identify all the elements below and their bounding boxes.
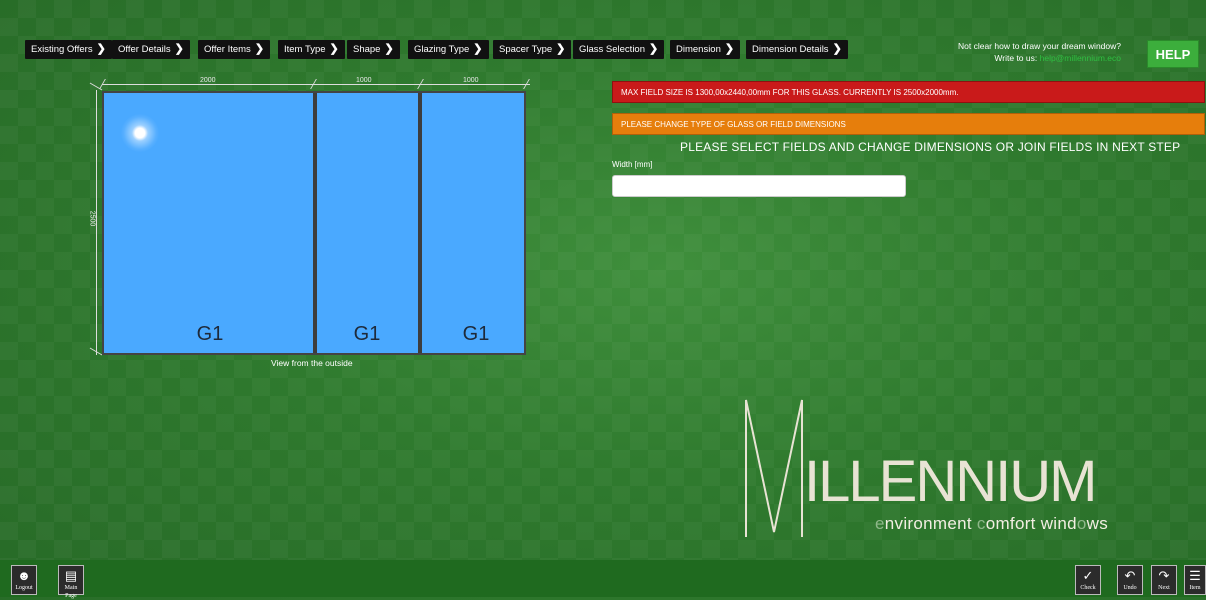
nav-label: Glazing Type: [414, 44, 470, 55]
next-button[interactable]: ↷ Next: [1151, 565, 1177, 595]
sun-icon: [121, 114, 159, 152]
nav-shape[interactable]: Shape ❯: [347, 40, 400, 59]
check-button[interactable]: ✓ Check: [1075, 565, 1101, 595]
help-line2: Write to us: help@millennium.eco: [958, 52, 1121, 64]
pane-label[interactable]: G1: [337, 323, 397, 346]
chevron-right-icon: ❯: [96, 43, 106, 55]
redo-icon: ↷: [1158, 568, 1170, 583]
next-caption: Next: [1158, 585, 1170, 591]
tag-part: nvironment: [884, 514, 977, 533]
error-alert: MAX FIELD SIZE IS 1300,00x2440,00mm FOR …: [612, 81, 1205, 103]
millennium-logo: ILLENNIUM environment comfort windows: [740, 392, 1190, 542]
view-caption: View from the outside: [271, 358, 353, 368]
window-frame[interactable]: G1 G1 G1: [102, 91, 526, 355]
pane-label[interactable]: G1: [446, 323, 506, 346]
tag-part: o: [1076, 514, 1087, 533]
nav-dimension[interactable]: Dimension ❯: [670, 40, 741, 59]
nav-glazing-type[interactable]: Glazing Type ❯: [408, 40, 489, 59]
check-caption: Check: [1080, 585, 1096, 591]
help-text: Not clear how to draw your dream window?…: [958, 40, 1121, 64]
nav-offer-details[interactable]: Offer Details ❯: [112, 40, 190, 59]
warning-alert: PLEASE CHANGE TYPE OF GLASS OR FIELD DIM…: [612, 113, 1205, 135]
page-icon: ▤: [64, 568, 78, 583]
nav-label: Offer Details: [118, 44, 171, 55]
nav-label: Offer Items: [204, 44, 251, 55]
nav-label: Spacer Type: [499, 44, 553, 55]
chevron-right-icon: ❯: [254, 43, 265, 55]
logout-button[interactable]: ☻ Logout: [11, 565, 37, 595]
nav-existing-offers[interactable]: Existing Offers ❯: [25, 40, 112, 59]
item-button[interactable]: ☰ Item: [1184, 565, 1206, 595]
undo-caption: Undo: [1123, 585, 1137, 591]
nav-label: Existing Offers: [31, 44, 93, 55]
mullion: [313, 93, 317, 353]
nav-offer-items[interactable]: Offer Items ❯: [198, 40, 271, 59]
check-icon: ✓: [1082, 568, 1094, 583]
nav-spacer-type[interactable]: Spacer Type ❯: [493, 40, 572, 59]
tag-part: c: [976, 514, 986, 533]
logo-tagline: environment comfort windows: [875, 514, 1108, 534]
left-dimension-line: [96, 90, 97, 355]
help-line1: Not clear how to draw your dream window?: [958, 41, 1121, 51]
width-input[interactable]: [612, 175, 906, 197]
logo-wordmark: ILLENNIUM: [804, 449, 1097, 514]
nav-label: Dimension Details: [752, 44, 829, 55]
tag-part: omfort wind: [985, 514, 1077, 533]
logout-caption: Logout: [15, 585, 33, 591]
nav-item-type[interactable]: Item Type ❯: [278, 40, 345, 59]
chevron-right-icon: ❯: [174, 43, 184, 55]
nav-label: Glass Selection: [579, 44, 646, 55]
logo-m-icon: [745, 399, 803, 537]
nav-label: Dimension: [676, 44, 721, 55]
chevron-right-icon: ❯: [649, 43, 659, 55]
bottom-toolbar: [0, 560, 1206, 597]
nav-glass-selection[interactable]: Glass Selection ❯: [573, 40, 665, 59]
user-icon: ☻: [17, 568, 31, 583]
undo-button[interactable]: ↶ Undo: [1117, 565, 1143, 595]
help-prefix: Write to us:: [994, 53, 1040, 63]
mullion: [418, 93, 422, 353]
dim-label-top: 1000: [463, 77, 479, 84]
item-caption: Item: [1189, 585, 1201, 591]
width-label: Width [mm]: [612, 160, 653, 169]
main-page-button[interactable]: ▤ Main Page: [58, 565, 84, 599]
chevron-right-icon: ❯: [556, 43, 566, 55]
help-email-link[interactable]: help@millennium.eco: [1040, 53, 1121, 63]
nav-label: Shape: [353, 44, 381, 55]
tag-part: e: [875, 514, 885, 533]
chevron-right-icon: ❯: [473, 43, 483, 55]
item-icon: ☰: [1189, 568, 1201, 583]
chevron-right-icon: ❯: [384, 43, 394, 55]
chevron-right-icon: ❯: [329, 43, 339, 55]
nav-dimension-details[interactable]: Dimension Details ❯: [746, 40, 848, 59]
dim-label-top: 1000: [356, 77, 372, 84]
chevron-right-icon: ❯: [724, 43, 735, 55]
dim-label-top: 2000: [200, 77, 216, 84]
tag-part: ws: [1086, 514, 1109, 533]
undo-icon: ↶: [1124, 568, 1136, 583]
pane-label[interactable]: G1: [180, 323, 240, 346]
nav-label: Item Type: [284, 44, 326, 55]
main-page-caption: Main Page: [64, 585, 78, 599]
instruction-text: PLEASE SELECT FIELDS AND CHANGE DIMENSIO…: [680, 140, 1181, 154]
help-button[interactable]: HELP: [1147, 40, 1199, 68]
window-drawing: 2000 1000 1000 2500 G1 G1 G1 View from t…: [80, 75, 540, 375]
chevron-right-icon: ❯: [832, 43, 842, 55]
top-dimension-line: [102, 84, 530, 85]
dim-label-left: 2500: [88, 210, 96, 227]
